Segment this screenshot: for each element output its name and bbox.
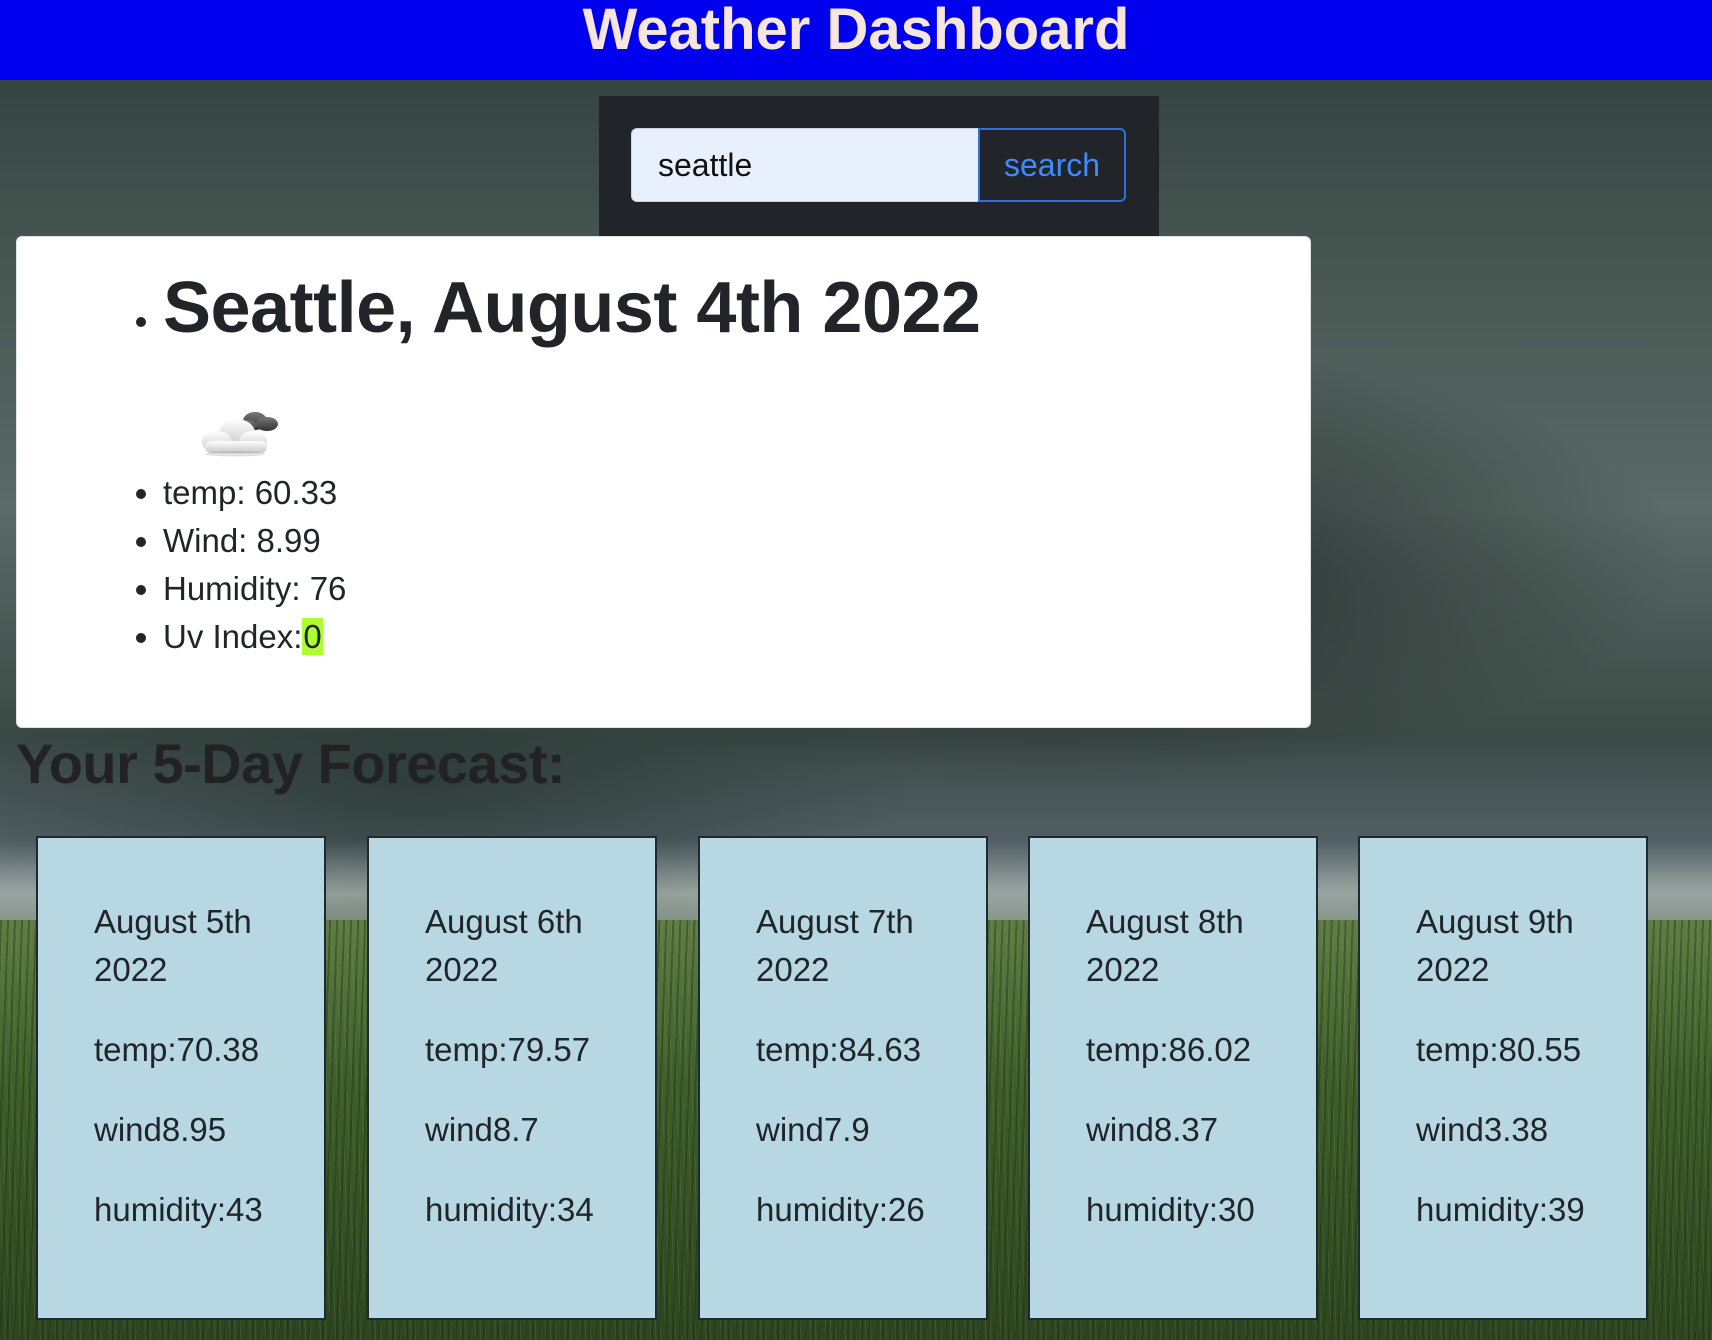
forecast-humidity: humidity:43	[94, 1191, 263, 1228]
uv-index-value: 0	[302, 618, 323, 655]
forecast-row: August 5th 2022 temp:70.38 wind8.95 humi…	[36, 836, 1648, 1320]
current-stats-list: temp: 60.33 Wind: 8.99 Humidity: 76 Uv I…	[163, 469, 346, 661]
forecast-heading: Your 5-Day Forecast:	[16, 732, 566, 795]
forecast-card: August 9th 2022 temp:80.55 wind3.38 humi…	[1358, 836, 1648, 1320]
forecast-date: August 5th 2022	[94, 903, 252, 988]
forecast-temp: temp:80.55	[1416, 1031, 1582, 1068]
current-humidity: Humidity: 76	[163, 565, 346, 613]
forecast-wind: wind8.7	[425, 1111, 539, 1148]
forecast-humidity: humidity:30	[1086, 1191, 1255, 1228]
forecast-card: August 5th 2022 temp:70.38 wind8.95 humi…	[36, 836, 326, 1320]
forecast-wind: wind8.37	[1086, 1111, 1219, 1148]
current-uv-index: Uv Index:0	[163, 613, 346, 661]
forecast-card: August 7th 2022 temp:84.63 wind7.9 humid…	[698, 836, 988, 1320]
forecast-wind: wind8.95	[94, 1111, 227, 1148]
page-title: Weather Dashboard	[582, 0, 1130, 62]
forecast-wind: wind7.9	[756, 1111, 870, 1148]
forecast-date: August 6th 2022	[425, 903, 583, 988]
forecast-humidity: humidity:26	[756, 1191, 925, 1228]
search-button[interactable]: search	[978, 128, 1126, 202]
partly-cloudy-icon	[202, 412, 278, 457]
forecast-temp: temp:84.63	[756, 1031, 922, 1068]
forecast-humidity: humidity:39	[1416, 1191, 1585, 1228]
current-wind: Wind: 8.99	[163, 517, 346, 565]
forecast-date: August 7th 2022	[756, 903, 914, 988]
uv-index-label: Uv Index:	[163, 618, 303, 655]
forecast-humidity: humidity:34	[425, 1191, 594, 1228]
forecast-wind: wind3.38	[1416, 1111, 1549, 1148]
forecast-date: August 9th 2022	[1416, 903, 1574, 988]
forecast-date: August 8th 2022	[1086, 903, 1244, 988]
forecast-card: August 6th 2022 temp:79.57 wind8.7 humid…	[367, 836, 657, 1320]
current-temp: temp: 60.33	[163, 469, 346, 517]
current-city-date: Seattle, August 4th 2022	[163, 265, 1263, 351]
app-header: Weather Dashboard	[0, 0, 1712, 80]
forecast-temp: temp:70.38	[94, 1031, 260, 1068]
search-input[interactable]	[631, 128, 979, 202]
search-bar: search	[599, 96, 1159, 236]
current-weather-header: Seattle, August 4th 2022	[163, 265, 1263, 351]
forecast-card: August 8th 2022 temp:86.02 wind8.37 humi…	[1028, 836, 1318, 1320]
forecast-temp: temp:86.02	[1086, 1031, 1252, 1068]
forecast-temp: temp:79.57	[425, 1031, 591, 1068]
current-weather-card: Seattle, August 4th 2022	[16, 236, 1311, 728]
